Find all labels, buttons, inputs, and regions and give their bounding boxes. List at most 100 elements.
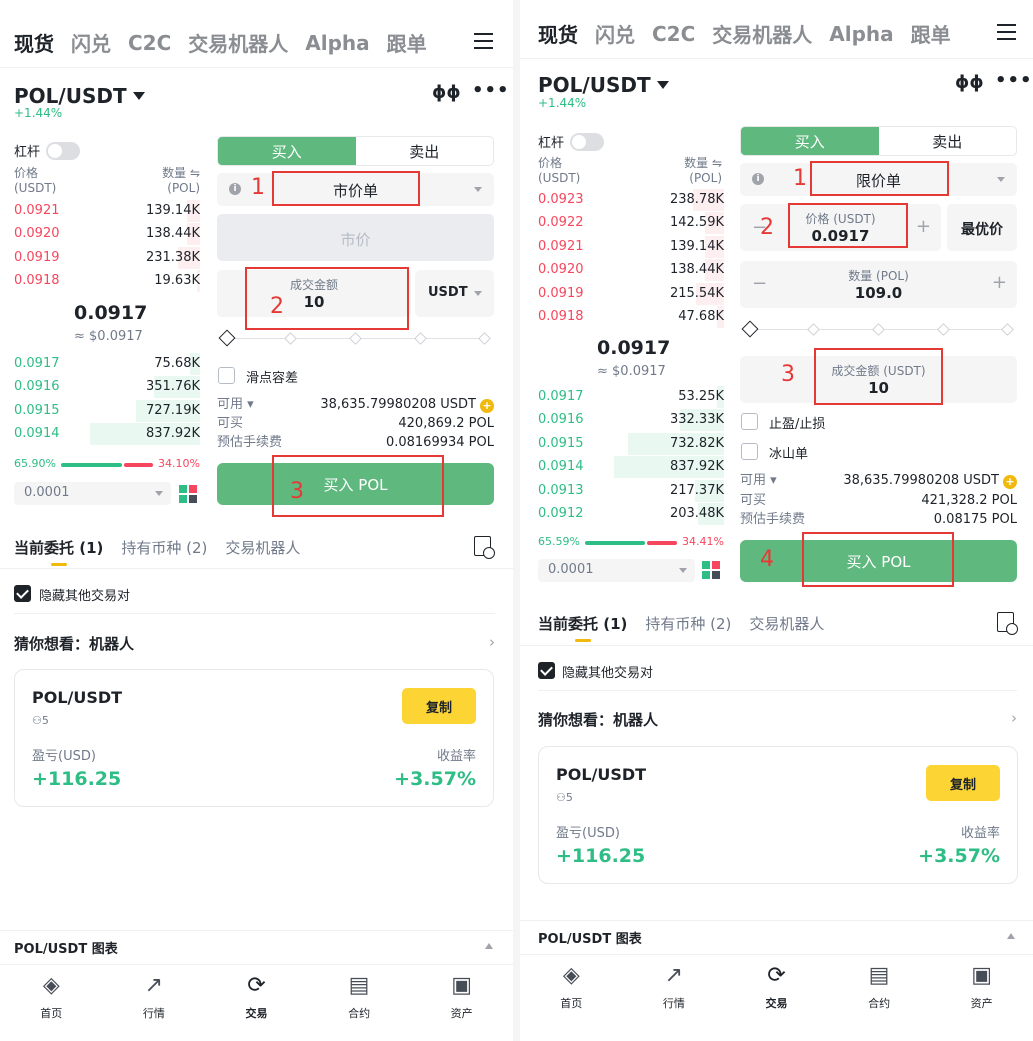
more-icon[interactable]: ••• xyxy=(472,80,510,101)
bid-row[interactable]: 0.0917 53.25K xyxy=(538,386,724,408)
bid-row[interactable]: 0.0914 837.92K xyxy=(538,456,724,479)
chart-toggle-bar[interactable]: POL/USDT 图表 xyxy=(14,938,493,957)
hide-pairs-checkbox[interactable] xyxy=(14,585,31,602)
tab-open-orders[interactable]: 当前委托 (1) xyxy=(538,613,627,642)
orderbook-layout-icon[interactable] xyxy=(702,561,720,579)
order-history-icon[interactable] xyxy=(997,612,1018,635)
buy-sell-switch[interactable]: 买入 卖出 xyxy=(217,136,494,166)
tab-open-orders[interactable]: 当前委托 (1) xyxy=(14,537,103,566)
nav-trade[interactable]: ⟳ 交易 xyxy=(205,973,308,1021)
tab-c2c[interactable]: C2C xyxy=(128,31,171,55)
orderbook-layout-icon[interactable] xyxy=(179,485,197,503)
tab-holdings[interactable]: 持有币种 (2) xyxy=(121,537,207,558)
pair-selector[interactable]: POL/USDT xyxy=(538,73,669,97)
price-step-select[interactable]: 0.0001 xyxy=(538,559,695,582)
tab-bots[interactable]: 交易机器人 xyxy=(749,613,824,634)
ask-row[interactable]: 0.0921 139.14K xyxy=(14,200,200,222)
chart-toggle-bar[interactable]: POL/USDT 图表 xyxy=(538,928,1015,947)
tab-convert[interactable]: 闪兑 xyxy=(71,28,111,57)
ask-row[interactable]: 0.0918 19.63K xyxy=(14,269,200,292)
row-quantity: 138.44K xyxy=(145,226,200,242)
add-funds-icon[interactable]: + xyxy=(480,399,494,413)
candlestick-chart-icon[interactable]: ɸɸ xyxy=(955,72,984,93)
plus-icon[interactable]: + xyxy=(916,216,931,237)
nav-assets[interactable]: ▣ 资产 xyxy=(930,963,1033,1011)
bid-row[interactable]: 0.0916 332.33K xyxy=(538,409,724,432)
tab-trading-bots[interactable]: 交易机器人 xyxy=(712,19,812,48)
recommendation-row[interactable]: 猜你想看：机器人 › xyxy=(538,709,1017,730)
tab-c2c[interactable]: C2C xyxy=(652,22,695,46)
buy-sell-switch[interactable]: 买入 卖出 xyxy=(740,126,1017,156)
bot-card[interactable]: POL/USDT ⚇5 复制 盈亏(USD) 收益率 +116.25 +3.57… xyxy=(14,669,494,807)
price-step-select[interactable]: 0.0001 xyxy=(14,482,171,505)
menu-icon[interactable] xyxy=(997,24,1016,40)
iceberg-checkbox[interactable] xyxy=(741,443,758,460)
add-funds-icon[interactable]: + xyxy=(1003,475,1017,489)
bot-card[interactable]: POL/USDT ⚇5 复制 盈亏(USD) 收益率 +116.25 +3.57… xyxy=(538,746,1018,884)
nav-home[interactable]: ◈ 首页 xyxy=(0,973,103,1021)
quantity-value[interactable]: 109.0 xyxy=(740,284,1017,302)
bid-row[interactable]: 0.0915 732.82K xyxy=(538,432,724,455)
amount-slider[interactable] xyxy=(741,320,1014,338)
tab-bots[interactable]: 交易机器人 xyxy=(225,537,300,558)
sell-tab[interactable]: 卖出 xyxy=(879,127,1017,155)
buy-tab[interactable]: 买入 xyxy=(218,137,356,165)
quantity-header[interactable]: 数量 ⇋ (POL) xyxy=(662,156,722,186)
bid-row[interactable]: 0.0912 203.48K xyxy=(538,503,724,525)
leverage-toggle-row[interactable]: 杠杆 xyxy=(14,141,81,160)
tab-convert[interactable]: 闪兑 xyxy=(595,19,635,48)
quantity-input[interactable]: − 数量 (POL) 109.0 + xyxy=(740,261,1017,308)
tpsl-checkbox[interactable] xyxy=(741,413,758,430)
leverage-toggle[interactable] xyxy=(570,132,605,151)
amount-unit-select[interactable]: USDT xyxy=(415,270,494,317)
ask-row[interactable]: 0.0923 238.78K xyxy=(538,189,724,211)
nav-home[interactable]: ◈ 首页 xyxy=(520,963,623,1011)
candlestick-chart-icon[interactable]: ɸɸ xyxy=(432,82,461,103)
menu-icon[interactable] xyxy=(474,33,493,49)
quantity-header[interactable]: 数量 ⇋ (POL) xyxy=(140,166,200,196)
ask-row[interactable]: 0.0918 47.68K xyxy=(538,306,724,328)
nav-markets[interactable]: ↗ 行情 xyxy=(103,973,206,1021)
slippage-checkbox[interactable] xyxy=(218,367,235,384)
hide-pairs-checkbox[interactable] xyxy=(538,662,555,679)
recommendation-row[interactable]: 猜你想看：机器人 › xyxy=(14,633,495,654)
bid-row[interactable]: 0.0916 351.76K xyxy=(14,376,200,399)
nav-futures[interactable]: ▤ 合约 xyxy=(828,963,931,1011)
tab-alpha[interactable]: Alpha xyxy=(829,22,893,46)
tab-spot[interactable]: 现货 xyxy=(14,28,54,57)
pair-selector[interactable]: POL/USDT xyxy=(14,84,145,108)
ask-row[interactable]: 0.0920 138.44K xyxy=(14,223,200,246)
nav-assets[interactable]: ▣ 资产 xyxy=(410,973,513,1021)
nav-markets[interactable]: ↗ 行情 xyxy=(623,963,726,1011)
best-price-button[interactable]: 最优价 xyxy=(947,204,1017,251)
copy-button[interactable]: 复制 xyxy=(402,688,476,724)
leverage-toggle[interactable] xyxy=(46,141,81,160)
nav-futures[interactable]: ▤ 合约 xyxy=(308,973,411,1021)
tab-holdings[interactable]: 持有币种 (2) xyxy=(645,613,731,634)
price-header: 价格 (USDT) xyxy=(14,166,57,195)
ask-row[interactable]: 0.0919 231.38K xyxy=(14,246,200,269)
tab-copy-trading[interactable]: 跟单 xyxy=(911,19,951,48)
sell-tab[interactable]: 卖出 xyxy=(356,137,494,165)
ask-row[interactable]: 0.0920 138.44K xyxy=(538,259,724,282)
leverage-toggle-row[interactable]: 杠杆 xyxy=(538,132,605,151)
ask-row[interactable]: 0.0922 142.59K xyxy=(538,212,724,235)
plus-icon[interactable]: + xyxy=(992,272,1007,293)
ask-row[interactable]: 0.0919 215.54K xyxy=(538,282,724,305)
tab-copy-trading[interactable]: 跟单 xyxy=(387,28,427,57)
bid-row[interactable]: 0.0915 727.19K xyxy=(14,399,200,422)
copy-button[interactable]: 复制 xyxy=(926,765,1000,801)
order-history-icon[interactable] xyxy=(474,536,495,559)
bid-row[interactable]: 0.0914 837.92K xyxy=(14,422,200,445)
tab-trading-bots[interactable]: 交易机器人 xyxy=(188,28,288,57)
tab-alpha[interactable]: Alpha xyxy=(305,31,369,55)
ask-row[interactable]: 0.0921 139.14K xyxy=(538,235,724,258)
tab-spot[interactable]: 现货 xyxy=(538,19,578,48)
buy-tab[interactable]: 买入 xyxy=(741,127,879,155)
nav-trade[interactable]: ⟳ 交易 xyxy=(725,963,828,1011)
bid-row[interactable]: 0.0917 75.68K xyxy=(14,353,200,375)
amount-slider[interactable] xyxy=(218,329,491,347)
more-icon[interactable]: ••• xyxy=(995,70,1033,91)
annotation-marker: 1 xyxy=(793,166,807,191)
bid-row[interactable]: 0.0913 217.37K xyxy=(538,479,724,502)
